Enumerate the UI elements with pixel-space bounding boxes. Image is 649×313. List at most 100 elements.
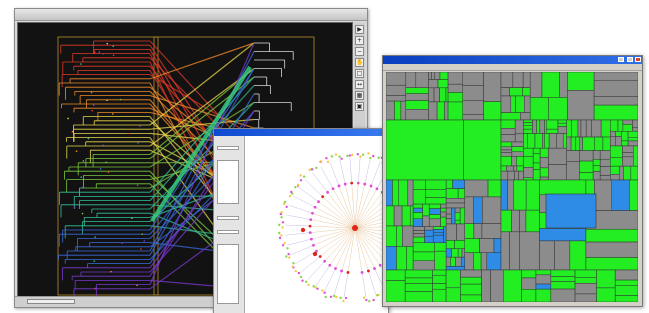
treemap-cell [548,97,568,121]
treemap-cell [559,72,568,98]
treemap-cell [460,276,482,285]
treemap-cell [434,250,447,271]
treemap-cell [500,128,516,135]
treemap-cell [500,112,521,121]
select-icon[interactable]: □ [355,69,364,78]
tree-node [94,287,97,290]
radial-edge [320,166,334,189]
treemap-cell [500,179,508,211]
treemap-cell [556,133,564,149]
treemap-cell [610,136,616,147]
treemap-cell [522,87,531,97]
treemap-cell [545,119,559,130]
treemap-cell [534,133,543,149]
treemap-cell [400,100,407,121]
treemap-cell [404,269,433,279]
treemap-cell [440,211,447,218]
treemap-cell [386,246,397,271]
treemap-cell [500,119,516,129]
treemap-cell [523,133,529,149]
close-icon[interactable] [635,57,641,62]
radial-leaf [290,190,293,194]
treemap-cell [554,240,571,271]
treemap-cell [445,202,465,209]
radial-leaf [296,183,300,187]
treemap-cell [409,205,414,227]
fit-icon[interactable]: ▣ [355,102,364,111]
treemap-cell [452,179,465,189]
radial-node [326,190,329,194]
radial-leaf [316,287,319,290]
radial-leaf [294,269,298,273]
treemap-cell [610,145,623,158]
treemap-cell [514,119,524,135]
tree-node [73,206,76,209]
zoom-out-icon[interactable]: − [355,47,364,56]
treemap-cell [544,119,547,134]
treemap-cell [398,179,409,207]
treemap-cell [432,234,444,244]
radial-tree-graphic[interactable] [245,136,388,313]
tree-node [93,51,96,54]
pointer-icon[interactable]: ▶ [355,25,364,34]
treemap-cell [412,242,435,253]
treemap-cell [518,170,524,181]
treemap-cell [500,170,509,181]
treemap-cell [404,277,433,284]
treemap-cell-highlight [545,193,597,229]
panel-list[interactable] [217,160,239,204]
tree-node [112,54,115,57]
treemap-cell [602,136,611,151]
treemap-cell [523,167,534,179]
radial-root [352,225,358,231]
radial-edge [318,201,356,229]
treemap-cell [386,100,395,121]
treemap-cell [432,283,447,290]
treemap-cell [539,179,587,196]
zoom-slider[interactable] [27,299,75,304]
maximize-icon[interactable] [626,57,633,62]
zoom-in-icon[interactable]: + [355,36,364,45]
panel-list[interactable] [217,244,239,304]
tree-node [107,171,110,174]
panel-field[interactable] [217,216,239,220]
treemap-cell [514,133,524,143]
treemap-cell [432,229,444,233]
panel-field[interactable] [217,230,239,234]
radial-leaf [334,153,338,156]
treemap-cell [596,287,616,302]
treemap-cell [521,289,537,302]
treemap-cell [500,72,514,88]
treemap-cell [428,101,438,121]
treemap-cell [532,119,537,134]
minimize-icon[interactable] [618,57,625,62]
grid-icon[interactable]: ▦ [355,91,364,100]
pan-icon[interactable]: ✋ [355,58,364,67]
treemap-cell [579,160,594,173]
treemap-graphic[interactable] [386,72,638,302]
radial-leaf [280,216,283,219]
radial-leaf [356,152,359,156]
radial-leaf [281,244,285,247]
treemap-cell [500,209,512,233]
treemap-cell [402,225,414,247]
radial-leaf [319,160,323,163]
treemap-cell [425,179,447,190]
treemap-cell [535,274,552,285]
treemap-cell [523,125,533,130]
radial-node [350,181,354,185]
radial-leaf [297,271,301,275]
radial-node [340,269,343,273]
link-icon[interactable]: ↔ [355,80,364,89]
panel-field[interactable] [217,146,239,150]
treemap-cell [519,209,527,233]
treemap-cell [514,170,519,181]
treemap-cell [432,274,447,284]
treemap-cell [512,72,524,88]
treemap-cell [406,246,414,271]
radial-leaf [280,211,283,214]
treemap-cell [535,288,552,302]
treemap-cell [439,72,449,80]
treemap-cell [500,165,507,172]
radial-leaf [348,154,352,157]
